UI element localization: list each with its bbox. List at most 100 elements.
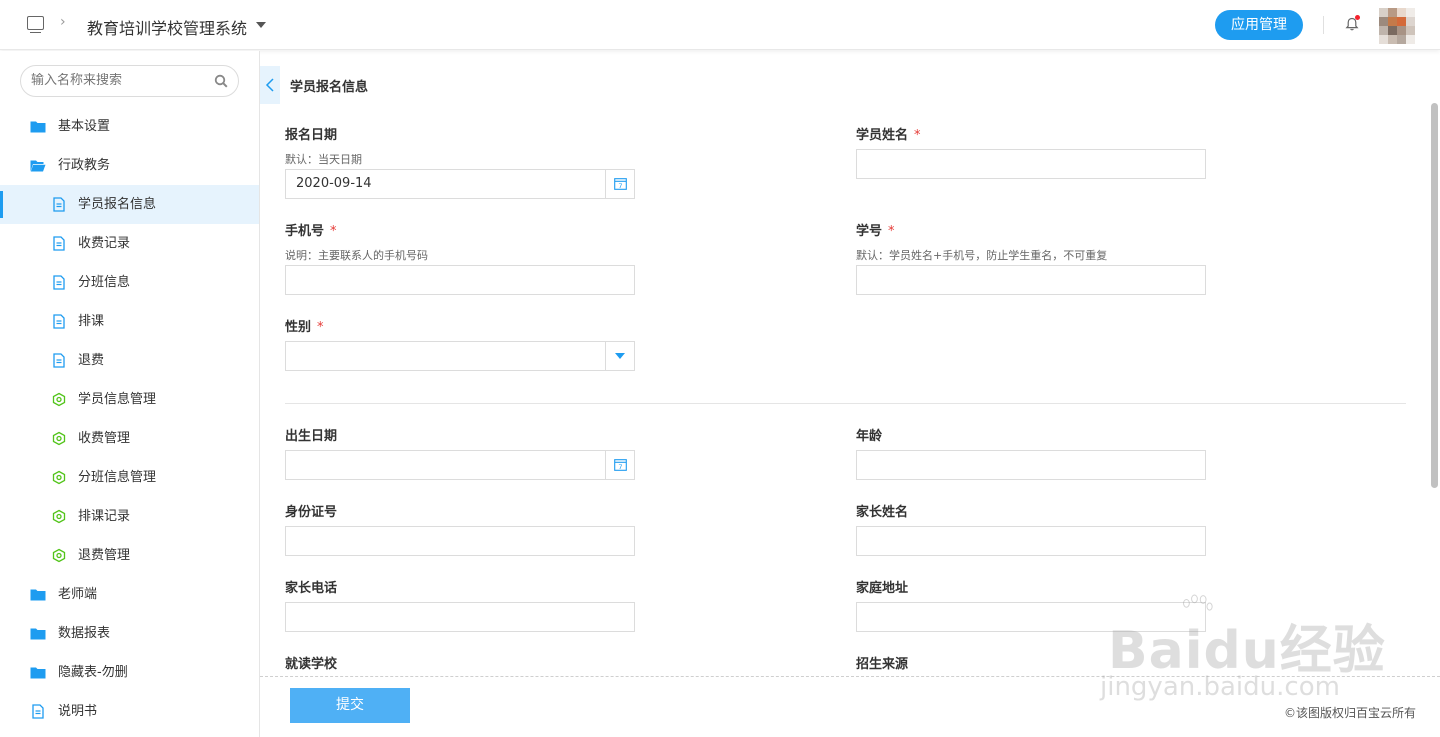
signup-date-help: 默认：当天日期 [285, 153, 362, 166]
phone-input[interactable] [285, 265, 635, 295]
school-label: 就读学校 [285, 657, 338, 672]
system-title[interactable]: 教育培训学校管理系统 [87, 15, 247, 39]
sidebar-nav: 基本设置 行政教务 学员报名信息 收费记录 分班信息 排课 退费 学员信息管理 [0, 107, 259, 731]
gear-icon [52, 509, 66, 524]
document-icon [53, 314, 65, 329]
gear-icon [52, 392, 66, 407]
phone-help: 说明：主要联系人的手机号码 [285, 249, 428, 262]
document-icon [53, 353, 65, 368]
scrollbar[interactable] [1431, 103, 1438, 488]
search-input[interactable] [31, 73, 201, 88]
header-divider [1323, 16, 1324, 34]
age-label: 年龄 [856, 429, 883, 444]
folder-icon [30, 667, 46, 679]
gender-select[interactable] [285, 341, 635, 371]
gear-icon [52, 548, 66, 563]
sidebar: 基本设置 行政教务 学员报名信息 收费记录 分班信息 排课 退费 学员信息管理 [0, 51, 260, 737]
folder-icon [30, 589, 46, 601]
gender-dropdown-button[interactable] [605, 342, 634, 370]
caret-down-icon [615, 353, 625, 359]
collapse-sidebar-button[interactable] [260, 66, 280, 104]
gender-label: 性别 * [285, 320, 324, 335]
sidebar-item-class-info[interactable]: 分班信息 [0, 263, 259, 302]
search-icon[interactable] [214, 74, 228, 88]
sidebar-item-schedule-records[interactable]: 排课记录 [0, 497, 259, 536]
gear-icon [52, 431, 66, 446]
sidebar-item-class-management[interactable]: 分班信息管理 [0, 458, 259, 497]
parent-phone-input[interactable] [285, 602, 635, 632]
sidebar-item-manual[interactable]: 说明书 [0, 692, 259, 731]
folder-icon [30, 121, 46, 133]
sidebar-item-label: 隐藏表-勿删 [58, 665, 128, 680]
sidebar-item-label: 分班信息管理 [78, 470, 157, 485]
calendar-icon: 7 [614, 459, 627, 471]
student-name-input[interactable] [856, 149, 1206, 179]
student-id-input[interactable] [856, 265, 1206, 295]
sidebar-item-label: 行政教务 [58, 158, 111, 173]
folder-icon [30, 628, 46, 640]
sidebar-item-fee-management[interactable]: 收费管理 [0, 419, 259, 458]
sidebar-item-fee-records[interactable]: 收费记录 [0, 224, 259, 263]
home-address-label: 家庭地址 [856, 581, 909, 596]
sidebar-item-label: 基本设置 [58, 119, 111, 134]
gear-icon [52, 470, 66, 485]
caret-down-icon[interactable] [256, 22, 266, 28]
chevron-right-icon: › [60, 14, 66, 30]
document-icon [32, 704, 44, 719]
sidebar-item-label: 收费管理 [78, 431, 131, 446]
sidebar-item-label: 退费 [78, 353, 105, 368]
avatar[interactable] [1379, 8, 1415, 44]
sidebar-item-teacher[interactable]: 老师端 [0, 575, 259, 614]
signup-date-label: 报名日期 [285, 128, 338, 143]
signup-date-picker-button[interactable]: 7 [605, 170, 634, 198]
birth-date-input[interactable]: 7 [285, 450, 635, 480]
phone-label: 手机号 * [285, 224, 337, 239]
folder-open-icon [30, 160, 46, 172]
sidebar-item-label: 说明书 [58, 704, 98, 719]
birth-date-picker-button[interactable]: 7 [605, 451, 634, 479]
sidebar-item-label: 学员报名信息 [78, 197, 157, 212]
sidebar-item-label: 排课 [78, 314, 105, 329]
sidebar-item-scheduling[interactable]: 排课 [0, 302, 259, 341]
student-id-help: 默认：学员姓名+手机号，防止学生重名，不可重复 [856, 249, 1108, 262]
svg-text:7: 7 [618, 182, 622, 190]
id-number-label: 身份证号 [285, 505, 338, 520]
student-id-label: 学号 * [856, 224, 895, 239]
notification-dot [1355, 15, 1360, 20]
document-icon [53, 275, 65, 290]
birth-date-label: 出生日期 [285, 429, 338, 444]
sidebar-item-label: 老师端 [58, 587, 98, 602]
sidebar-item-label: 学员信息管理 [78, 392, 157, 407]
signup-date-input[interactable]: 2020-09-14 7 [285, 169, 635, 199]
parent-name-input[interactable] [856, 526, 1206, 556]
sidebar-item-basic-settings[interactable]: 基本设置 [0, 107, 259, 146]
sidebar-item-label: 排课记录 [78, 509, 131, 524]
sidebar-item-label: 数据报表 [58, 626, 111, 641]
copyright-text: ©该图版权归百宝云所有 [1284, 706, 1417, 720]
watermark-url: jingyan.baidu.com [1100, 672, 1340, 702]
sidebar-item-refund[interactable]: 退费 [0, 341, 259, 380]
sidebar-item-label: 退费管理 [78, 548, 131, 563]
signup-date-value: 2020-09-14 [296, 176, 372, 191]
sidebar-item-student-management[interactable]: 学员信息管理 [0, 380, 259, 419]
section-divider [285, 403, 1406, 404]
id-number-input[interactable] [285, 526, 635, 556]
submit-button[interactable]: 提交 [290, 688, 410, 723]
calendar-icon: 7 [614, 178, 627, 190]
age-input[interactable] [856, 450, 1206, 480]
sidebar-item-student-signup[interactable]: 学员报名信息 [0, 185, 259, 224]
window-icon[interactable] [27, 16, 44, 33]
app-management-button[interactable]: 应用管理 [1215, 10, 1303, 40]
svg-text:7: 7 [618, 463, 622, 471]
sidebar-item-reports[interactable]: 数据报表 [0, 614, 259, 653]
sidebar-item-label: 分班信息 [78, 275, 131, 290]
chevron-left-icon [265, 78, 274, 92]
parent-name-label: 家长姓名 [856, 505, 909, 520]
sidebar-item-refund-management[interactable]: 退费管理 [0, 536, 259, 575]
sidebar-search [20, 65, 239, 97]
sidebar-item-hidden-tables[interactable]: 隐藏表-勿删 [0, 653, 259, 692]
sidebar-item-admin-academic[interactable]: 行政教务 [0, 146, 259, 185]
student-name-label: 学员姓名 * [856, 128, 921, 143]
parent-phone-label: 家长电话 [285, 581, 338, 596]
document-icon [53, 236, 65, 251]
